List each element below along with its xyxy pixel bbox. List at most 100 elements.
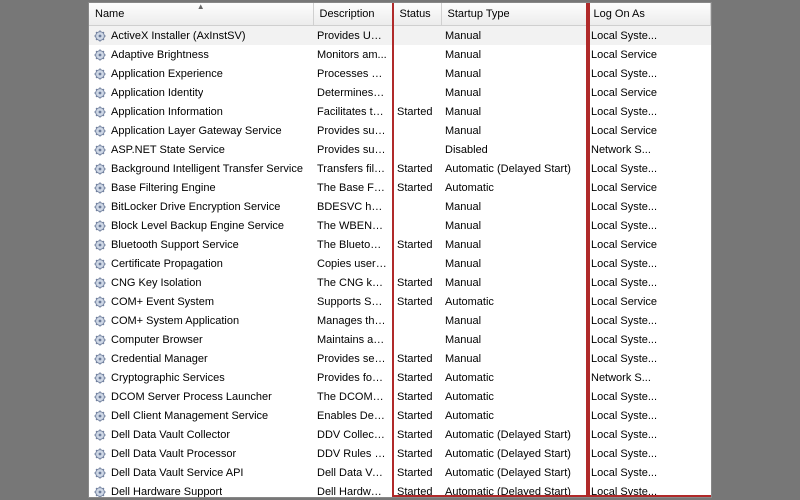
service-name-label: Dell Data Vault Service API — [111, 467, 243, 479]
service-startup-type: Manual — [441, 330, 587, 349]
table-row[interactable]: ActiveX Installer (AxInstSV)Provides Use… — [89, 26, 711, 46]
service-icon — [93, 200, 107, 214]
service-startup-type: Manual — [441, 311, 587, 330]
service-icon — [93, 447, 107, 461]
service-status — [393, 140, 441, 159]
table-row[interactable]: DCOM Server Process LauncherThe DCOMLA..… — [89, 387, 711, 406]
service-status: Started — [393, 463, 441, 482]
service-status — [393, 26, 441, 46]
service-icon — [93, 276, 107, 290]
service-icon — [93, 124, 107, 138]
service-description: Transfers files... — [313, 159, 393, 178]
service-status: Started — [393, 349, 441, 368]
service-description: The CNG key ... — [313, 273, 393, 292]
service-icon — [93, 390, 107, 404]
service-log-on-as: Local Syste... — [587, 406, 711, 425]
service-description: The DCOMLA... — [313, 387, 393, 406]
table-row[interactable]: Dell Data Vault Service APIDell Data Vau… — [89, 463, 711, 482]
service-status — [393, 216, 441, 235]
service-description: Manages the ... — [313, 311, 393, 330]
service-icon — [93, 219, 107, 233]
service-icon — [93, 48, 107, 62]
service-log-on-as: Local Syste... — [587, 273, 711, 292]
service-name-label: Application Information — [111, 106, 223, 118]
service-status: Started — [393, 159, 441, 178]
service-name-label: ActiveX Installer (AxInstSV) — [111, 30, 246, 42]
service-startup-type: Manual — [441, 235, 587, 254]
service-log-on-as: Local Syste... — [587, 387, 711, 406]
table-row[interactable]: COM+ Event SystemSupports Syst...Started… — [89, 292, 711, 311]
service-status: Started — [393, 387, 441, 406]
service-log-on-as: Local Syste... — [587, 482, 711, 498]
service-name-label: CNG Key Isolation — [111, 277, 201, 289]
table-row[interactable]: Application Layer Gateway ServiceProvide… — [89, 121, 711, 140]
service-log-on-as: Local Service — [587, 45, 711, 64]
service-icon — [93, 409, 107, 423]
table-row[interactable]: Cryptographic Services Provides four ...S… — [89, 368, 711, 387]
table-row[interactable]: ASP.NET State ServiceProvides sup...Disa… — [89, 140, 711, 159]
service-startup-type: Automatic (Delayed Start) — [441, 425, 587, 444]
service-description: The Bluetoot... — [313, 235, 393, 254]
column-header-description[interactable]: Description — [313, 3, 393, 26]
service-name-label: Credential Manager — [111, 353, 208, 365]
table-row[interactable]: Background Intelligent Transfer ServiceT… — [89, 159, 711, 178]
table-row[interactable]: Credential ManagerProvides secu...Starte… — [89, 349, 711, 368]
service-description: Provides four ... — [313, 368, 393, 387]
table-row[interactable]: Base Filtering EngineThe Base Filte...St… — [89, 178, 711, 197]
column-header-name[interactable]: ▲Name — [89, 3, 313, 26]
service-name-label: COM+ System Application — [111, 315, 239, 327]
service-name-label: Dell Client Management Service — [111, 410, 268, 422]
table-row[interactable]: Certificate PropagationCopies user c...M… — [89, 254, 711, 273]
table-row[interactable]: Block Level Backup Engine ServiceThe WBE… — [89, 216, 711, 235]
service-icon — [93, 105, 107, 119]
service-name-label: Bluetooth Support Service — [111, 239, 239, 251]
service-status: Started — [393, 235, 441, 254]
service-startup-type: Manual — [441, 64, 587, 83]
service-startup-type: Automatic — [441, 292, 587, 311]
table-row[interactable]: Bluetooth Support Service The Bluetoot...… — [89, 235, 711, 254]
service-status: Started — [393, 102, 441, 121]
service-description: The WBENGI... — [313, 216, 393, 235]
service-status — [393, 121, 441, 140]
table-row[interactable]: CNG Key IsolationThe CNG key ...StartedM… — [89, 273, 711, 292]
column-header-log-on-as[interactable]: Log On As — [587, 3, 711, 26]
table-row[interactable]: Dell Data Vault CollectorDDV Collecto...… — [89, 425, 711, 444]
service-startup-type: Manual — [441, 273, 587, 292]
service-description: Dell Hardwar... — [313, 482, 393, 498]
table-row[interactable]: BitLocker Drive Encryption ServiceBDESVC… — [89, 197, 711, 216]
service-name-label: Dell Data Vault Processor — [111, 448, 236, 460]
table-row[interactable]: Application ExperienceProcesses ap...Man… — [89, 64, 711, 83]
table-row[interactable]: Application IdentityDetermines a...Manua… — [89, 83, 711, 102]
service-startup-type: Manual — [441, 83, 587, 102]
service-log-on-as: Local Syste... — [587, 349, 711, 368]
service-startup-type: Manual — [441, 216, 587, 235]
service-log-on-as: Local Service — [587, 83, 711, 102]
service-name-label: Cryptographic Services — [111, 372, 225, 384]
table-row[interactable]: COM+ System Application Manages the ... Ma… — [89, 311, 711, 330]
table-row[interactable]: Adaptive BrightnessMonitors am...ManualL… — [89, 45, 711, 64]
service-description: Provides sup... — [313, 121, 393, 140]
table-row[interactable]: Dell Data Vault ProcessorDDV Rules Pr...… — [89, 444, 711, 463]
column-header-status[interactable]: Status — [393, 3, 441, 26]
service-startup-type: Automatic — [441, 178, 587, 197]
service-startup-type: Automatic (Delayed Start) — [441, 444, 587, 463]
service-icon — [93, 162, 107, 176]
table-row[interactable]: Dell Hardware SupportDell Hardwar...Star… — [89, 482, 711, 498]
service-status: Started — [393, 368, 441, 387]
table-row[interactable]: Application Information Facilitates the..… — [89, 102, 711, 121]
service-log-on-as: Local Syste... — [587, 197, 711, 216]
service-log-on-as: Local Syste... — [587, 26, 711, 46]
services-table[interactable]: ▲Name Description Status Startup Type Lo… — [89, 3, 711, 498]
service-description: Processes ap... — [313, 64, 393, 83]
service-description: Facilitates the... — [313, 102, 393, 121]
column-header-startup-type[interactable]: Startup Type — [441, 3, 587, 26]
table-row[interactable]: Computer BrowserMaintains an ...ManualLo… — [89, 330, 711, 349]
table-row[interactable]: Dell Client Management ServiceEnables De… — [89, 406, 711, 425]
service-icon — [93, 238, 107, 252]
service-log-on-as: Local Syste... — [587, 159, 711, 178]
service-status — [393, 64, 441, 83]
service-name-label: Base Filtering Engine — [111, 182, 216, 194]
service-icon — [93, 143, 107, 157]
service-log-on-as: Local Syste... — [587, 102, 711, 121]
service-icon — [93, 485, 107, 499]
